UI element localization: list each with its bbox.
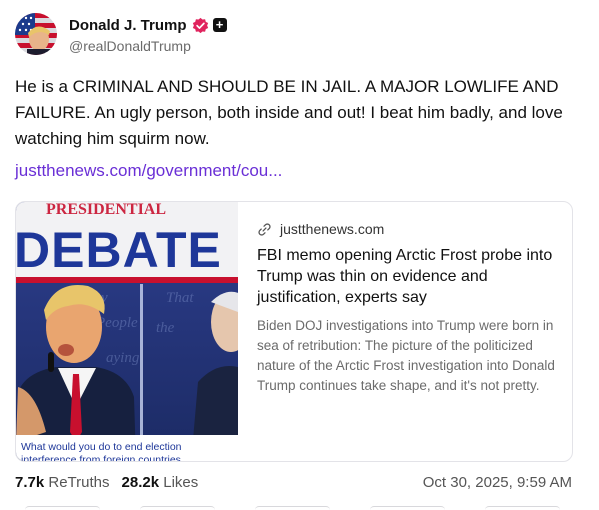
image-banner-top-text: PRESIDENTIAL <box>46 202 166 218</box>
card-description: Biden DOJ investigations into Trump were… <box>257 318 555 393</box>
retruths-count: 7.7k <box>15 474 45 491</box>
svg-text:That: That <box>166 290 194 306</box>
image-caption-line2: interference from foreign countries <box>21 454 181 462</box>
likes-stat[interactable]: 28.2k Likes <box>122 474 199 491</box>
retruths-label: ReTruths <box>48 474 110 491</box>
link-preview-card[interactable]: PRESIDENTIAL DEBATE any That People the … <box>15 201 573 462</box>
post-header: Donald J. Trump + @realDonaldTrump <box>15 13 227 55</box>
avatar[interactable] <box>15 13 57 55</box>
svg-text:aying: aying <box>106 350 140 366</box>
post-text: He is a CRIMINAL AND SHOULD BE IN JAIL. … <box>15 77 563 148</box>
retruths-stat[interactable]: 7.7k ReTruths <box>15 474 110 491</box>
svg-text:the: the <box>156 320 175 336</box>
card-image[interactable]: PRESIDENTIAL DEBATE any That People the … <box>16 202 238 462</box>
image-caption-line1: What would you do to end election <box>21 441 182 453</box>
link-icon <box>258 222 271 236</box>
post-stats: 7.7k ReTruths 28.2k Likes <box>15 474 210 491</box>
card-body[interactable]: justthenews.com FBI memo opening Arctic … <box>257 218 557 396</box>
likes-count: 28.2k <box>121 474 160 491</box>
likes-label: Likes <box>163 474 199 491</box>
post-timestamp[interactable]: Oct 30, 2025, 9:59 AM <box>423 474 572 491</box>
image-banner-text: DEBATE <box>16 222 222 278</box>
card-title[interactable]: FBI memo opening Arctic Frost probe into… <box>257 245 557 308</box>
verified-badge-icon <box>192 17 208 33</box>
action-bar-edge <box>0 506 599 510</box>
post-link[interactable]: justthenews.com/government/cou... <box>15 158 282 184</box>
plus-badge-icon: + <box>212 18 227 32</box>
display-name[interactable]: Donald J. Trump <box>69 17 187 34</box>
handle[interactable]: @realDonaldTrump <box>69 38 227 54</box>
card-domain: justthenews.com <box>280 221 385 237</box>
